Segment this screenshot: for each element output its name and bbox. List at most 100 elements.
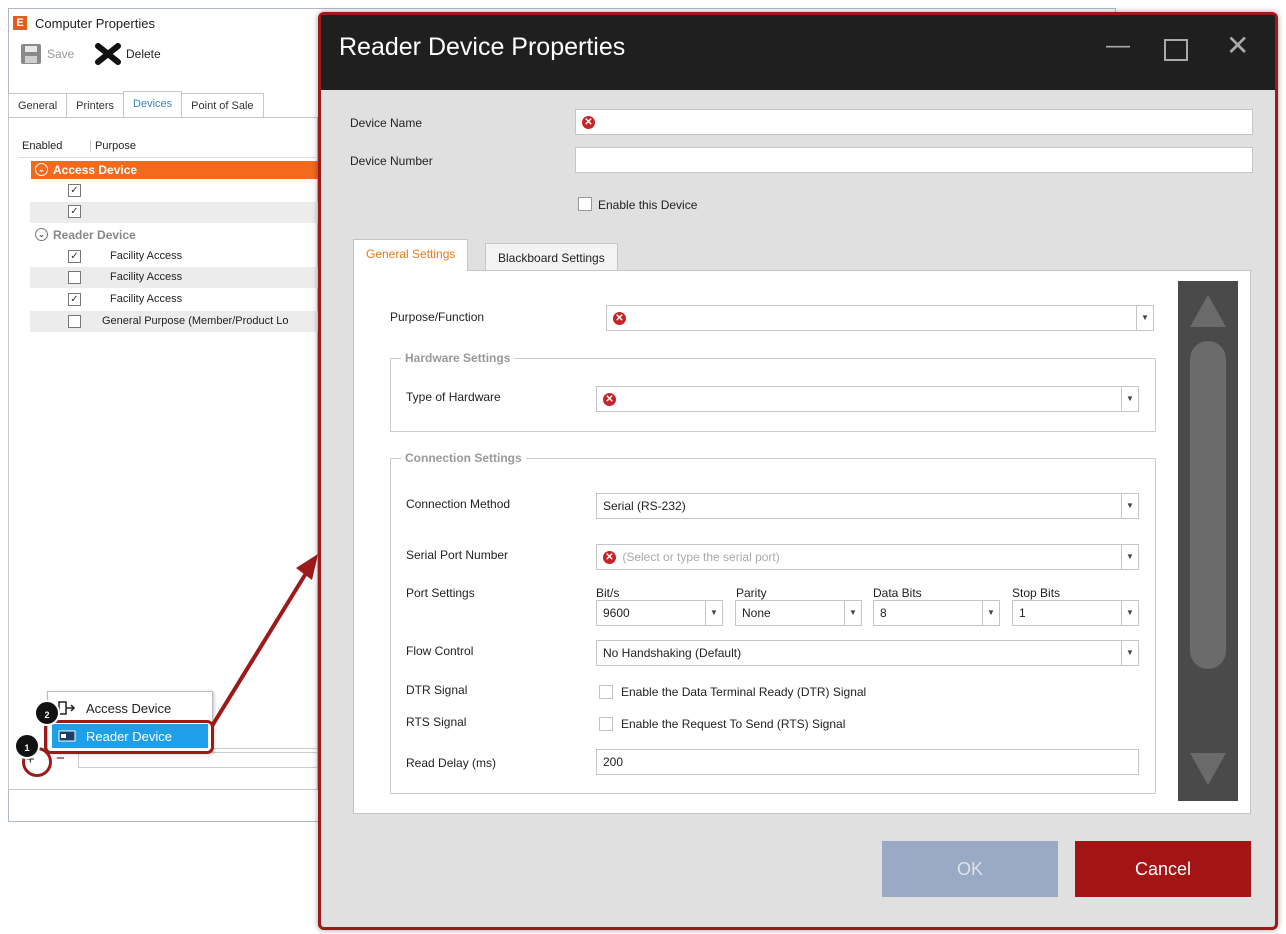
save-button[interactable]: Save [20, 43, 74, 65]
tab-point-of-sale[interactable]: Point of Sale [181, 93, 264, 118]
flow-control-label: Flow Control [406, 644, 474, 658]
scroll-down-icon[interactable] [1188, 751, 1228, 787]
delete-button[interactable]: Delete [95, 43, 161, 65]
parity-dropdown[interactable]: None ▼ [735, 600, 862, 626]
serial-port-dropdown[interactable]: ✕ (Select or type the serial port) ▼ [596, 544, 1139, 570]
purpose-cell: Facility Access [110, 250, 183, 262]
table-row[interactable]: Facility Access [30, 267, 318, 288]
serial-port-placeholder: (Select or type the serial port) [622, 550, 780, 564]
stop-bits-dropdown[interactable]: 1 ▼ [1012, 600, 1139, 626]
step-badge-2: 2 [34, 700, 60, 726]
maximize-icon[interactable] [1164, 39, 1188, 61]
group-row-reader-device[interactable]: ⌄ Reader Device [31, 226, 318, 244]
device-number-field[interactable] [575, 147, 1253, 173]
enabled-checkbox[interactable]: ✓ [68, 184, 81, 197]
table-row[interactable]: ✓ Facility Access [30, 289, 318, 310]
minimize-icon[interactable]: — [1106, 32, 1130, 60]
read-delay-value: 200 [603, 755, 624, 769]
chevron-down-icon[interactable]: ▼ [1121, 494, 1138, 518]
error-icon: ✕ [582, 116, 595, 130]
purpose-function-label: Purpose/Function [390, 310, 485, 324]
annotation-arrow [210, 554, 318, 728]
dtr-checkbox[interactable] [599, 685, 613, 699]
flow-control-dropdown[interactable]: No Handshaking (Default) ▼ [596, 640, 1139, 666]
tab-general[interactable]: General [8, 93, 68, 118]
group-name: Reader Device [53, 228, 136, 242]
chevron-down-icon[interactable]: ▼ [1121, 641, 1138, 665]
enabled-checkbox[interactable]: ✓ [68, 293, 81, 306]
dialog-title: Reader Device Properties [339, 33, 626, 61]
data-bits-value: 8 [880, 606, 887, 620]
header-purpose[interactable]: Purpose [90, 140, 136, 152]
reader-device-properties-dialog: Reader Device Properties — ✕ Device Name… [318, 12, 1278, 930]
table-row[interactable]: ✓ [30, 202, 318, 223]
chevron-down-icon[interactable]: ▼ [982, 601, 999, 625]
purpose-cell: Facility Access [110, 293, 183, 305]
collapse-icon[interactable]: ⌄ [35, 163, 48, 176]
tab-general-settings[interactable]: General Settings [353, 239, 469, 271]
table-row[interactable]: General Purpose (Member/Product Lo [30, 311, 318, 332]
group-row-access-device[interactable]: ⌄ Access Device [31, 161, 318, 179]
data-bits-label: Data Bits [873, 586, 922, 600]
tab-printers[interactable]: Printers [66, 93, 125, 118]
save-label: Save [47, 47, 75, 61]
header-enabled[interactable]: Enabled [22, 140, 62, 152]
error-icon: ✕ [603, 551, 616, 565]
port-settings-label: Port Settings [406, 586, 475, 600]
chevron-down-icon[interactable]: ▼ [1136, 306, 1153, 330]
data-bits-dropdown[interactable]: 8 ▼ [873, 600, 1000, 626]
ok-button[interactable]: OK [882, 841, 1058, 897]
connection-settings-legend: Connection Settings [401, 451, 526, 465]
enabled-checkbox[interactable] [68, 271, 81, 284]
connection-method-dropdown[interactable]: Serial (RS-232) ▼ [596, 493, 1139, 519]
cancel-button[interactable]: Cancel [1075, 841, 1251, 897]
chevron-down-icon[interactable]: ▼ [1121, 601, 1138, 625]
tab-devices[interactable]: Devices [123, 91, 183, 118]
tab-blackboard-settings[interactable]: Blackboard Settings [485, 243, 618, 271]
vertical-scrollbar[interactable] [1178, 281, 1238, 801]
flow-control-value: No Handshaking (Default) [603, 646, 742, 660]
scroll-up-icon[interactable] [1188, 293, 1228, 329]
close-icon[interactable]: ✕ [1226, 29, 1249, 62]
enabled-checkbox[interactable] [68, 315, 81, 328]
purpose-cell: Facility Access [110, 271, 183, 283]
table-row[interactable]: ✓ Facility Access [30, 246, 318, 267]
connection-method-value: Serial (RS-232) [603, 499, 686, 513]
enabled-checkbox[interactable]: ✓ [68, 205, 81, 218]
delete-label: Delete [126, 47, 161, 61]
chevron-down-icon[interactable]: ▼ [1121, 545, 1138, 569]
chevron-down-icon[interactable]: ▼ [705, 601, 722, 625]
stop-bits-label: Stop Bits [1012, 586, 1061, 600]
bits-dropdown[interactable]: 9600 ▼ [596, 600, 723, 626]
scroll-thumb[interactable] [1190, 341, 1226, 669]
rts-checkbox[interactable] [599, 717, 613, 731]
rts-checkbox-label: Enable the Request To Send (RTS) Signal [621, 717, 846, 731]
dtr-checkbox-label: Enable the Data Terminal Ready (DTR) Sig… [621, 685, 867, 699]
app-logo-icon: E [13, 16, 27, 30]
chevron-down-icon[interactable]: ▼ [1121, 387, 1138, 411]
enable-device-checkbox[interactable] [578, 197, 592, 211]
annotation-highlight [44, 720, 214, 754]
connection-method-label: Connection Method [406, 497, 511, 511]
grid-header: Enabled Purpose [18, 137, 318, 158]
collapse-icon[interactable]: ⌄ [35, 228, 48, 241]
footer-field[interactable] [78, 752, 320, 768]
enabled-checkbox[interactable]: ✓ [68, 250, 81, 263]
parity-label: Parity [736, 586, 767, 600]
purpose-function-dropdown[interactable]: ✕ ▼ [606, 305, 1154, 331]
error-icon: ✕ [613, 312, 626, 326]
chevron-down-icon[interactable]: ▼ [844, 601, 861, 625]
read-delay-label: Read Delay (ms) [406, 756, 497, 770]
hardware-type-dropdown[interactable]: ✕ ▼ [596, 386, 1139, 412]
step-badge-1: 1 [14, 733, 40, 759]
read-delay-field[interactable]: 200 [596, 749, 1139, 775]
device-number-label: Device Number [350, 154, 433, 168]
hardware-settings-legend: Hardware Settings [401, 351, 515, 365]
menu-item-access-device[interactable]: Access Device [52, 696, 208, 720]
device-name-field[interactable]: ✕ [575, 109, 1253, 135]
stop-bits-value: 1 [1019, 606, 1026, 620]
window-title: Computer Properties [35, 16, 155, 31]
error-icon: ✕ [603, 393, 616, 407]
table-row[interactable]: ✓ [30, 181, 318, 202]
dialog-titlebar: Reader Device Properties — ✕ [321, 15, 1275, 90]
